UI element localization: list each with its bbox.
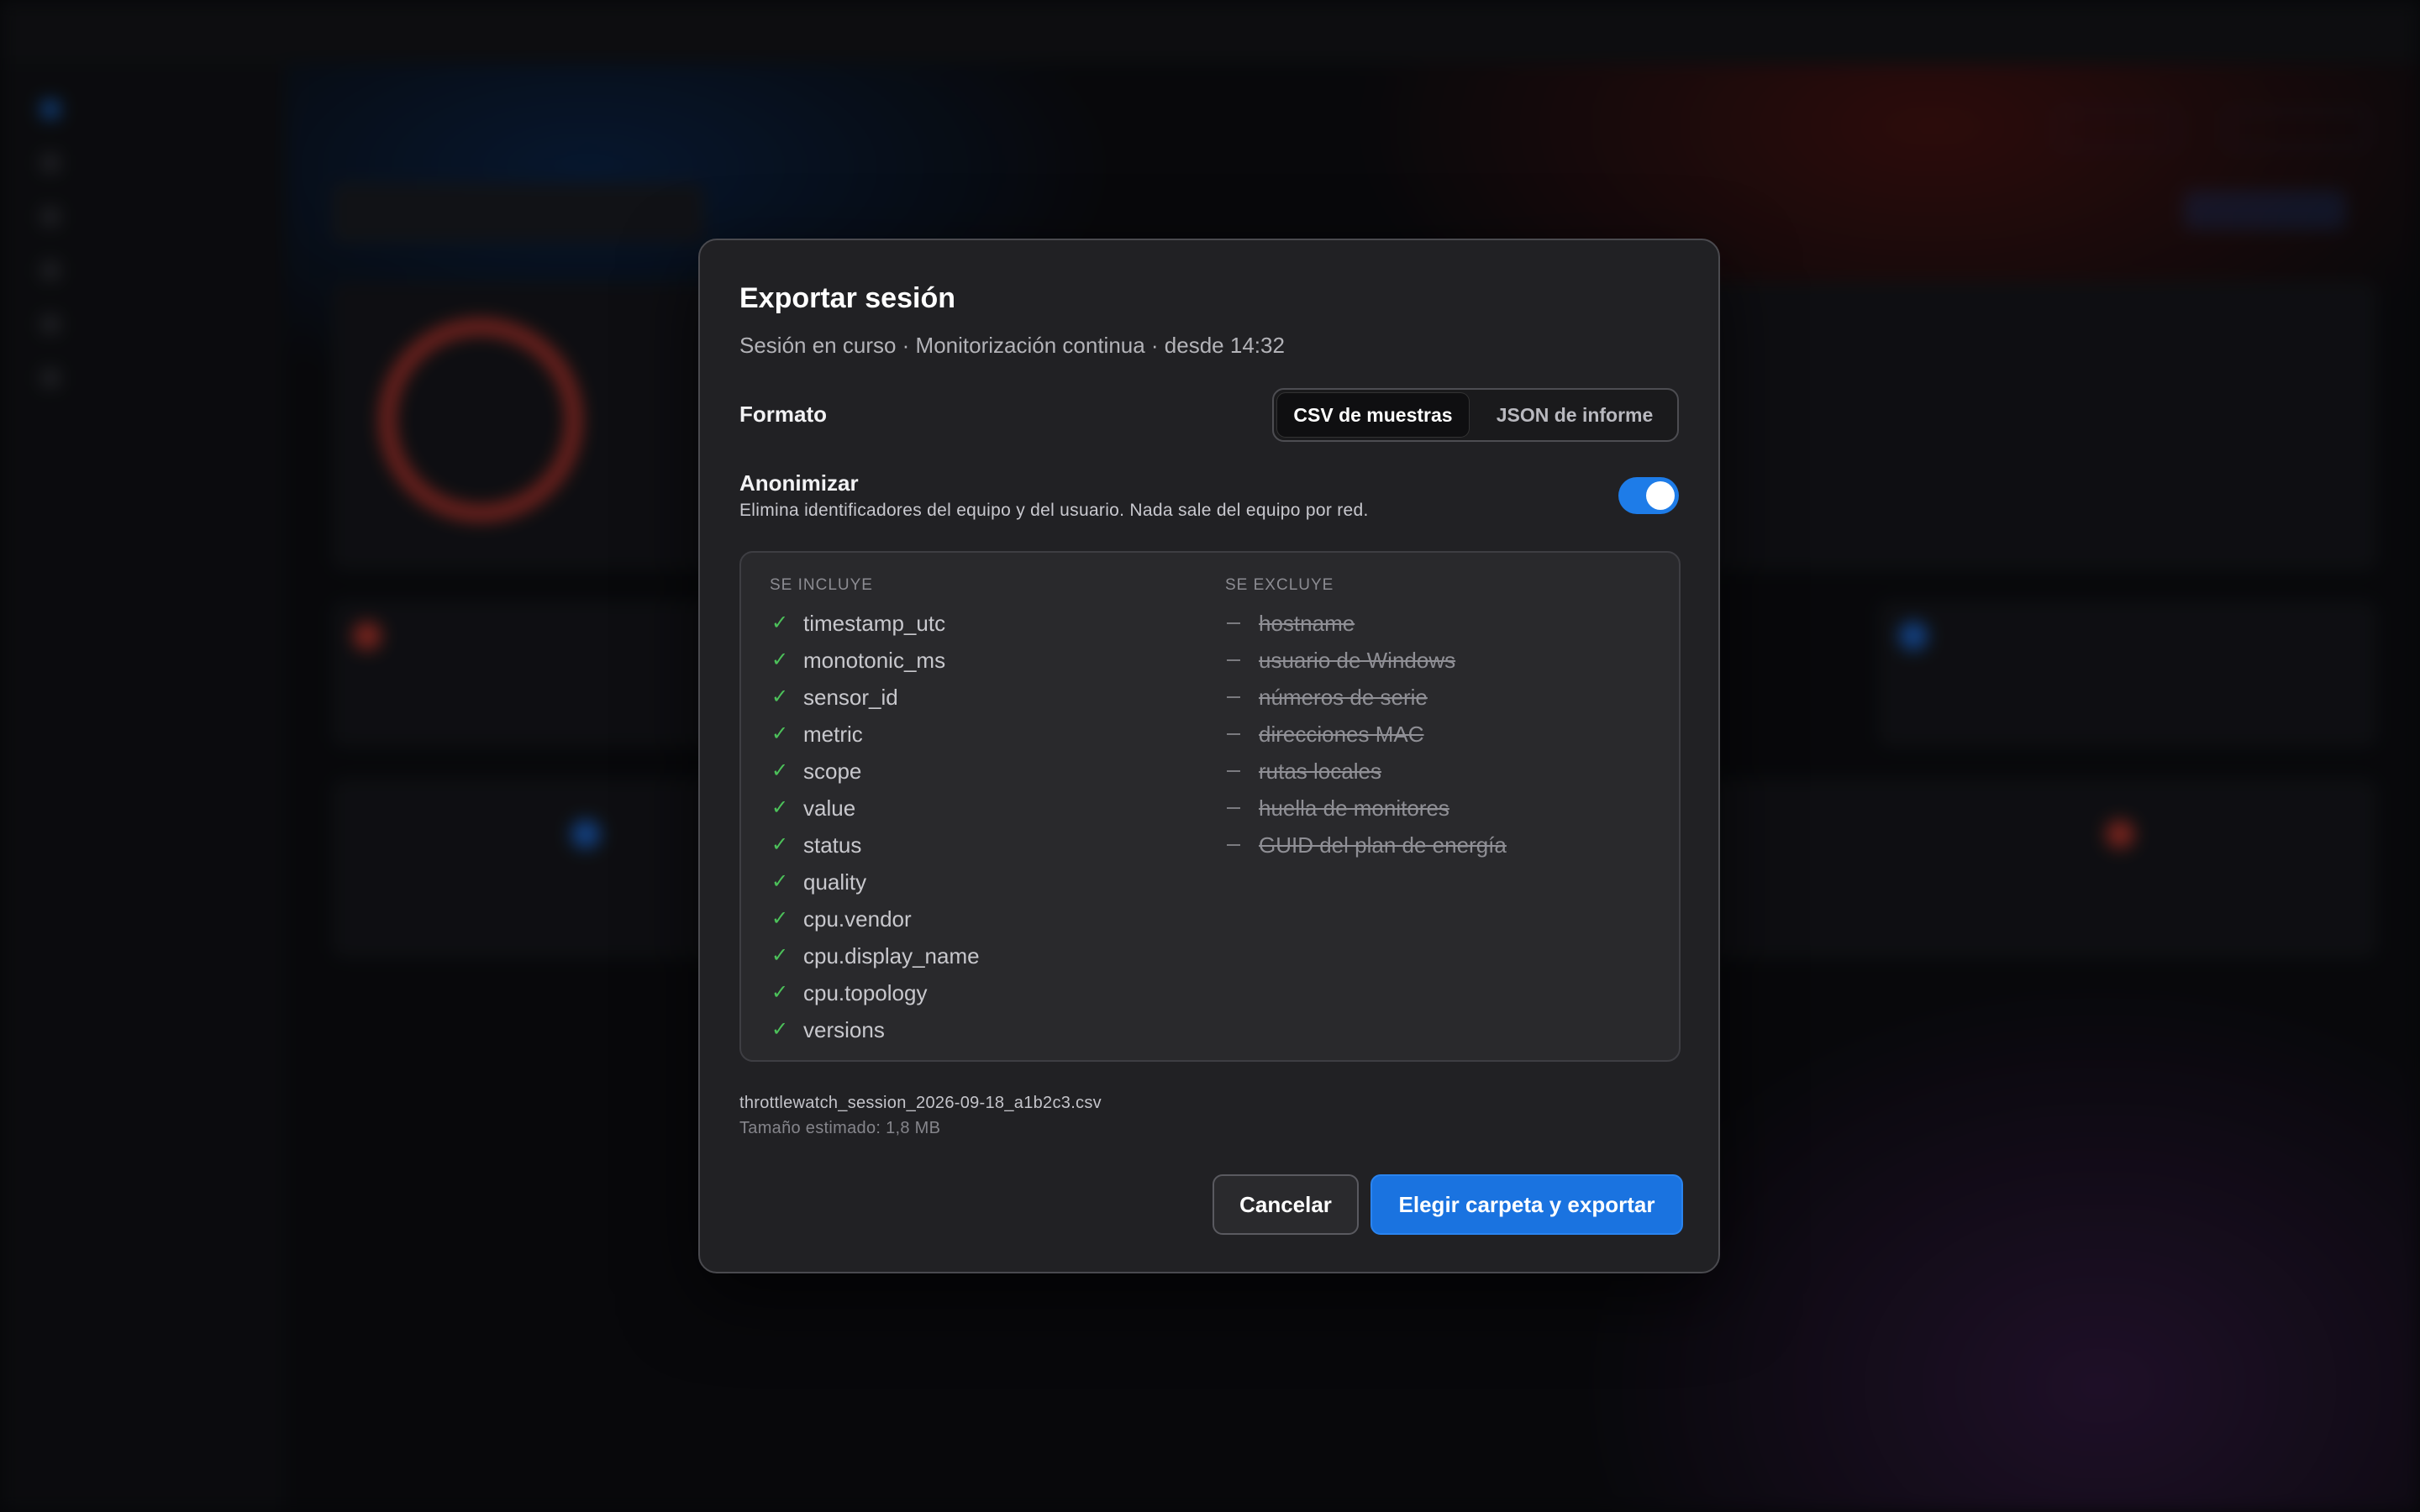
dialog-title: Exportar sesión [739,282,955,314]
excluded-item: direcciones MAC [1225,716,1507,753]
included-item: ✓ versions [770,1011,980,1048]
check-icon: ✓ [771,1018,789,1041]
excluded-list: hostname usuario de Windows números de s… [1225,605,1507,864]
export-session-dialog: Exportar sesión Sesión en curso · Monito… [698,239,1720,1273]
dash-icon [1227,696,1240,698]
excluded-item: rutas locales [1225,753,1507,790]
included-item: ✓ scope [770,753,980,790]
included-item: ✓ metric [770,716,980,753]
check-icon: ✓ [771,685,789,708]
included-item: ✓ monotonic_ms [770,642,980,679]
dash-icon [1227,770,1240,772]
anonymize-label: Anonimizar [739,470,859,496]
check-icon: ✓ [771,759,789,782]
check-icon: ✓ [771,796,789,819]
anonymize-toggle[interactable] [1618,477,1679,514]
check-icon: ✓ [771,612,789,634]
fields-panel: SE INCLUYE ✓ timestamp_utc ✓ monotonic_ms … [739,551,1681,1062]
format-segmented-control: CSV de muestras JSON de informe [1272,388,1679,442]
check-icon: ✓ [771,722,789,745]
excluded-item: usuario de Windows [1225,642,1507,679]
included-item: ✓ timestamp_utc [770,605,980,642]
excluded-item: GUID del plan de energía [1225,827,1507,864]
included-item: ✓ quality [770,864,980,900]
included-item: ✓ cpu.vendor [770,900,980,937]
choose-folder-export-button[interactable]: Elegir carpeta y exportar [1370,1174,1683,1235]
toggle-knob [1646,481,1675,510]
check-icon: ✓ [771,944,789,967]
dash-icon [1227,622,1240,624]
included-list: ✓ timestamp_utc ✓ monotonic_ms ✓ sensor_id … [770,605,980,1048]
excluded-item: números de serie [1225,679,1507,716]
included-item: ✓ cpu.display_name [770,937,980,974]
included-item: ✓ status [770,827,980,864]
included-item: ✓ cpu.topology [770,974,980,1011]
excluded-heading: SE EXCLUYE [1225,576,1334,594]
check-icon: ✓ [771,833,789,856]
check-icon: ✓ [771,981,789,1004]
dash-icon [1227,733,1240,735]
export-file-name: throttlewatch_session_2026-09-18_a1b2c3.… [739,1094,1102,1112]
format-option-json[interactable]: JSON de informe [1476,393,1674,437]
format-label: Formato [739,402,827,427]
format-option-csv[interactable]: CSV de muestras [1277,393,1469,437]
dash-icon [1227,659,1240,661]
check-icon: ✓ [771,870,789,893]
anonymize-description: Elimina identificadores del equipo y del… [739,501,1369,520]
check-icon: ✓ [771,648,789,671]
dialog-subtitle: Sesión en curso · Monitorización continu… [739,333,1285,358]
included-item: ✓ sensor_id [770,679,980,716]
cancel-button[interactable]: Cancelar [1213,1174,1359,1235]
excluded-item: hostname [1225,605,1507,642]
dash-icon [1227,844,1240,846]
estimated-size: Tamaño estimado: 1,8 MB [739,1119,941,1137]
excluded-item: huella de monitores [1225,790,1507,827]
check-icon: ✓ [771,907,789,930]
included-heading: SE INCLUYE [770,576,873,594]
included-item: ✓ value [770,790,980,827]
dash-icon [1227,807,1240,809]
